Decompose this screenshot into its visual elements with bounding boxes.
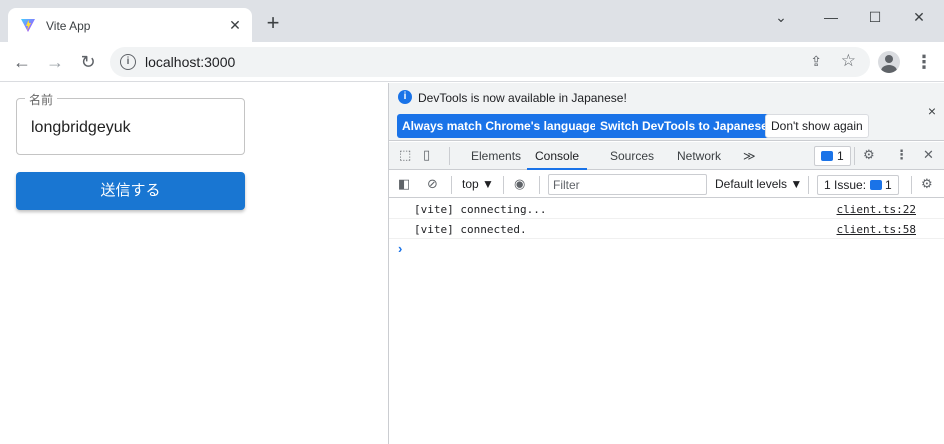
settings-gear-icon[interactable]: ⚙ xyxy=(863,147,875,163)
back-button[interactable]: ← xyxy=(11,51,33,73)
console-message: [vite] connecting... client.ts:22 xyxy=(389,199,944,219)
inspect-element-icon[interactable]: ⬚ xyxy=(399,147,411,163)
log-source-link[interactable]: client.ts:58 xyxy=(837,223,916,236)
tab-close-icon[interactable]: ✕ xyxy=(226,16,244,34)
share-icon[interactable]: ⇪ xyxy=(810,53,822,70)
match-language-button[interactable]: Always match Chrome's language xyxy=(397,114,602,138)
clear-console-icon[interactable]: ⊘ xyxy=(427,176,438,192)
profile-avatar-icon[interactable] xyxy=(878,51,900,73)
reload-button[interactable]: ↻ xyxy=(77,51,99,73)
log-text: [vite] connecting... xyxy=(414,203,547,216)
issues-counter[interactable]: 1 xyxy=(814,146,851,166)
name-field[interactable]: 名前 longbridgeyuk xyxy=(16,91,245,155)
vite-logo-icon xyxy=(21,19,35,32)
tab-network[interactable]: Network xyxy=(677,142,721,170)
device-toolbar-icon[interactable]: ▯ xyxy=(423,147,430,163)
more-tabs-icon[interactable]: ≫ xyxy=(743,142,756,170)
devtools-menu-icon[interactable]: ⋮ xyxy=(895,147,908,163)
language-infobar: i DevTools is now available in Japanese!… xyxy=(389,83,944,141)
console-toolbar: ◧ ⊘ top ▼ ◉ Default levels ▼ 1 Issue:1 ⚙ xyxy=(389,171,944,198)
new-tab-button[interactable]: + xyxy=(262,12,284,36)
forward-button[interactable]: → xyxy=(44,51,66,73)
name-field-value[interactable]: longbridgeyuk xyxy=(31,119,131,137)
context-selector[interactable]: top ▼ xyxy=(462,177,494,191)
site-info-icon[interactable]: i xyxy=(120,54,136,70)
devtools-tabbar: ⬚ ▯ Elements Console Sources Network ≫ 1… xyxy=(389,142,944,170)
tab-elements[interactable]: Elements xyxy=(471,142,521,170)
devtools-close-icon[interactable]: ✕ xyxy=(923,147,934,163)
tab-strip: Vite App ✕ + ⌄ — ☐ ✕ xyxy=(0,0,944,42)
console-message: [vite] connected. client.ts:58 xyxy=(389,219,944,239)
console-prompt-icon[interactable]: › xyxy=(398,241,402,256)
url-text[interactable]: localhost:3000 xyxy=(145,54,235,70)
infobar-message: DevTools is now available in Japanese! xyxy=(418,91,627,105)
name-field-label: 名前 xyxy=(25,91,58,108)
tab-sources[interactable]: Sources xyxy=(610,142,654,170)
close-window-button[interactable]: ✕ xyxy=(904,6,934,28)
console-settings-icon[interactable]: ⚙ xyxy=(921,176,933,192)
issues-button[interactable]: 1 Issue: 1 xyxy=(817,175,899,195)
infobar-close-icon[interactable]: × xyxy=(928,103,936,119)
sidebar-toggle-icon[interactable]: ◧ xyxy=(398,176,410,192)
tab-console[interactable]: Console xyxy=(527,142,588,170)
info-icon: i xyxy=(398,90,412,104)
minimize-button[interactable]: — xyxy=(816,6,846,28)
devtools-panel: i DevTools is now available in Japanese!… xyxy=(389,83,944,444)
log-text: [vite] connected. xyxy=(414,223,527,236)
browser-toolbar: ← → ↻ i localhost:3000 ⇪ ☆ ⋮ xyxy=(0,42,944,82)
address-bar[interactable]: i localhost:3000 ⇪ ☆ xyxy=(110,47,870,77)
maximize-button[interactable]: ☐ xyxy=(860,6,890,28)
browser-menu-icon[interactable]: ⋮ xyxy=(914,51,934,73)
tab-title: Vite App xyxy=(46,19,91,33)
log-source-link[interactable]: client.ts:22 xyxy=(837,203,916,216)
switch-japanese-button[interactable]: Switch DevTools to Japanese xyxy=(595,114,773,138)
bookmark-star-icon[interactable]: ☆ xyxy=(841,51,856,71)
console-filter-input[interactable] xyxy=(548,174,707,195)
page-content: 名前 longbridgeyuk 送信する xyxy=(0,83,388,444)
browser-tab[interactable]: Vite App ✕ xyxy=(8,8,252,42)
tab-search-icon[interactable]: ⌄ xyxy=(766,6,796,28)
live-expression-eye-icon[interactable]: ◉ xyxy=(514,176,525,192)
dont-show-again-button[interactable]: Don't show again xyxy=(765,114,869,138)
filter-text[interactable] xyxy=(549,175,699,194)
log-levels-dropdown[interactable]: Default levels ▼ xyxy=(715,177,802,191)
submit-button[interactable]: 送信する xyxy=(16,172,245,210)
